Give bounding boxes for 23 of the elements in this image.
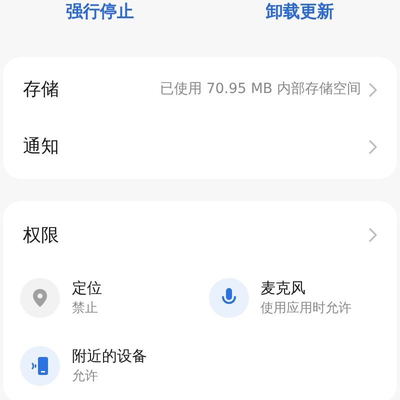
nearby-device-icon	[30, 356, 50, 376]
location-pin-icon	[33, 289, 47, 307]
settings-row[interactable]: 存储 已使用 70.95 MB 内部存储空间	[3, 61, 397, 118]
row-label: 权限	[23, 224, 60, 248]
permission-item[interactable]: 附近的设备 允许	[20, 345, 208, 387]
permission-name: 麦克风	[260, 278, 306, 299]
chevron-right-icon	[369, 140, 377, 154]
permissions-row[interactable]: 权限	[3, 201, 397, 269]
row-label: 存储	[23, 78, 59, 102]
permission-item[interactable]: 麦克风 使用应用时允许	[208, 277, 397, 319]
permission-status: 使用应用时允许	[260, 300, 352, 318]
row-label: 通知	[23, 135, 59, 159]
row-value: 已使用 70.95 MB 内部存储空间	[160, 80, 361, 99]
permission-name: 附近的设备	[72, 346, 147, 367]
permission-status: 禁止	[72, 300, 99, 318]
permission-name: 定位	[72, 278, 102, 299]
permission-item[interactable]: 定位 禁止	[20, 277, 208, 319]
chevron-right-icon	[369, 228, 377, 242]
action-button[interactable]: 强行停止	[0, 2, 200, 22]
settings-row[interactable]: 通知	[3, 118, 397, 175]
action-button[interactable]: 卸载更新	[200, 2, 400, 22]
chevron-right-icon	[369, 82, 377, 96]
permission-status: 允许	[72, 368, 99, 386]
